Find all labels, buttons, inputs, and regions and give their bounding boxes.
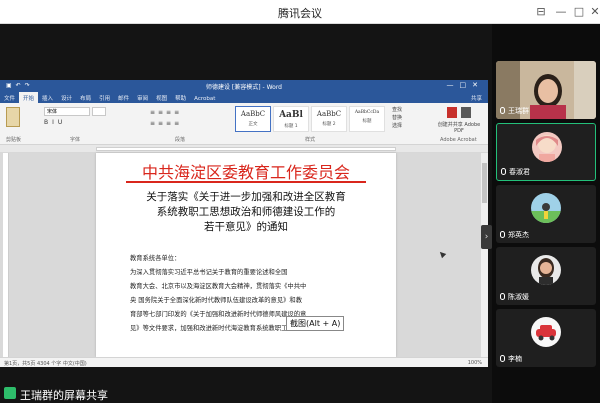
notice-line-3: 若干意见》的通知 bbox=[204, 221, 288, 233]
notice-line-1: 关于落实《关于进一步加强和改进全区教育 bbox=[146, 191, 346, 203]
participant-tile[interactable]: 王瑞群 bbox=[496, 61, 596, 119]
style-name: 标题 bbox=[362, 119, 372, 124]
style-sample: AaBbC bbox=[316, 110, 342, 118]
avatar bbox=[531, 317, 561, 347]
group-acrobat-label: Adobe Acrobat bbox=[440, 137, 477, 143]
mic-icon bbox=[500, 231, 505, 238]
participants-panel: 王瑞群 春淑君 郑英杰 陈淑媛 李楠 bbox=[492, 24, 600, 403]
share-button[interactable]: 共享 bbox=[471, 94, 482, 102]
participant-name: 王瑞群 bbox=[500, 106, 529, 116]
minimize-icon[interactable]: — bbox=[552, 3, 570, 21]
share-status-icon bbox=[4, 387, 16, 399]
style-title[interactable]: AaBbCcDa 标题 bbox=[349, 106, 385, 132]
body-line: 教育大会、北京市以及海淀区教育大会精神，贯彻落实《中共中 bbox=[130, 283, 307, 290]
style-name: 正文 bbox=[248, 122, 258, 127]
avatar bbox=[531, 193, 561, 223]
body-line: 见》等文件要求，加强和改进新时代海淀教育系统教职工思想政治 bbox=[130, 325, 313, 332]
word-window-controls[interactable]: —□✕ bbox=[447, 81, 484, 89]
word-window-title: 师德建设 [兼容模式] - Word bbox=[206, 84, 282, 91]
editing-group: 查找 替换 选择 bbox=[392, 106, 402, 130]
shared-screen: ▣↶↷ 师德建设 [兼容模式] - Word —□✕ 文件 开始 插入 设计 布局 引用邮… bbox=[0, 24, 492, 383]
participant-tile[interactable]: 春淑君 bbox=[496, 123, 596, 181]
style-sample: AaBl bbox=[279, 110, 303, 120]
font-size-select[interactable] bbox=[92, 107, 106, 116]
ribbon-tabs: 文件 开始 插入 设计 布局 引用 邮件 审阅 视图 帮助 Acrobat 共享 bbox=[0, 92, 488, 104]
find-button[interactable]: 查找 bbox=[392, 106, 402, 114]
word-window: ▣↶↷ 师德建设 [兼容模式] - Word —□✕ 文件 开始 插入 设计 布局 引用邮… bbox=[0, 80, 488, 367]
vertical-ruler bbox=[3, 153, 9, 357]
screenshot-tooltip: 截图(Alt + A) bbox=[286, 316, 345, 331]
document-page[interactable]: 中共海淀区委教育工作委员会 关于落实《关于进一步加强和改进全区教育 系统教职工思… bbox=[96, 153, 396, 357]
word-statusbar: 第1页，共5页 4304 个字 中文(中国) 100% bbox=[0, 357, 488, 367]
app-titlebar: 腾讯会议 ⊟ — □ ✕ bbox=[0, 0, 600, 24]
style-name: 标题 1 bbox=[284, 124, 298, 129]
group-paragraph-label: 段落 bbox=[175, 137, 186, 143]
avatar bbox=[532, 132, 562, 162]
select-button[interactable]: 选择 bbox=[392, 122, 402, 130]
app-title: 腾讯会议 bbox=[278, 7, 322, 20]
style-normal[interactable]: AaBbC 正文 bbox=[235, 106, 271, 132]
ribbon-home: 剪贴板 宋体 BIU 字体 ≡≡≡≡ ≡≡≡≡ 段落 AaBbC 正文 AaBl… bbox=[0, 103, 488, 145]
styles-gallery: AaBbC 正文 AaBl 标题 1 AaBbC 标题 2 AaBbCcDa 标… bbox=[235, 106, 387, 134]
mic-icon bbox=[500, 107, 505, 114]
participant-tile[interactable]: 李楠 bbox=[496, 309, 596, 367]
format-buttons[interactable]: BIU bbox=[44, 119, 66, 126]
sign-icon[interactable] bbox=[461, 107, 471, 118]
horizontal-ruler bbox=[0, 145, 488, 153]
close-icon[interactable]: ✕ bbox=[586, 3, 600, 21]
participant-name: 春淑君 bbox=[501, 167, 530, 177]
participant-name: 陈淑媛 bbox=[500, 292, 529, 302]
document-area: 中共海淀区委教育工作委员会 关于落实《关于进一步加强和改进全区教育 系统教职工思… bbox=[0, 153, 488, 357]
mic-icon bbox=[501, 168, 506, 175]
style-heading1[interactable]: AaBl 标题 1 bbox=[273, 106, 309, 132]
style-sample: AaBbC bbox=[240, 110, 266, 118]
style-heading2[interactable]: AaBbC 标题 2 bbox=[311, 106, 347, 132]
paste-icon[interactable] bbox=[6, 107, 20, 127]
headline-divider bbox=[126, 181, 366, 183]
pdf-icon[interactable] bbox=[447, 107, 457, 118]
screen-share-bar: 王瑞群的屏幕共享 bbox=[0, 383, 492, 403]
zoom-level[interactable]: 100% bbox=[468, 360, 482, 366]
body-line: 育部等七部门印发的《关于加强和改进新时代师德师风建设的意 bbox=[130, 311, 307, 318]
group-font-label: 字体 bbox=[70, 137, 81, 143]
group-clipboard-label: 剪贴板 bbox=[6, 137, 22, 143]
meeting-window: 腾讯会议 ⊟ — □ ✕ ▣↶↷ 师德建设 [兼容模式] - Word —□✕ … bbox=[0, 0, 600, 403]
participant-tile[interactable]: 陈淑媛 bbox=[496, 247, 596, 305]
document-headline: 中共海淀区委教育工作委员会 bbox=[141, 163, 350, 182]
acrobat-group: 创建并共享 Adobe PDF bbox=[436, 107, 482, 137]
collapse-panel-button[interactable]: › bbox=[481, 225, 492, 249]
style-sample: AaBbCcDa bbox=[354, 110, 380, 115]
style-name: 标题 2 bbox=[322, 122, 336, 127]
body-line: 央 国务院关于全面深化新时代教师队伍建设改革的意见》和教 bbox=[130, 297, 303, 304]
participant-name: 李楠 bbox=[500, 354, 522, 364]
font-name-select[interactable]: 宋体 bbox=[44, 107, 90, 116]
ruler-bar bbox=[96, 147, 396, 151]
share-owner-label: 王瑞群的屏幕共享 bbox=[20, 389, 108, 402]
mic-icon bbox=[500, 293, 505, 300]
notice-line-2: 系统教职工思想政治和师德建设工作的 bbox=[156, 206, 336, 218]
create-pdf-label: 创建并共享 Adobe PDF bbox=[437, 122, 481, 134]
word-titlebar: ▣↶↷ 师德建设 [兼容模式] - Word —□✕ bbox=[0, 80, 488, 92]
participant-name: 郑英杰 bbox=[500, 230, 529, 240]
mic-icon bbox=[500, 355, 505, 362]
status-info: 第1页，共5页 4304 个字 中文(中国) bbox=[4, 361, 87, 367]
vertical-scrollbar[interactable] bbox=[481, 153, 488, 357]
align-buttons[interactable]: ≡≡≡≡ bbox=[150, 120, 182, 127]
pin-icon[interactable]: ⊟ bbox=[532, 3, 550, 21]
avatar bbox=[531, 255, 561, 285]
body-line: 为深入贯彻落实习近平总书记关于教育的重要论述和全国 bbox=[130, 269, 288, 276]
replace-button[interactable]: 替换 bbox=[392, 114, 402, 122]
list-buttons[interactable]: ≡≡≡≡ bbox=[150, 109, 182, 116]
scrollbar-thumb[interactable] bbox=[482, 163, 487, 203]
participant-tile[interactable]: 郑英杰 bbox=[496, 185, 596, 243]
body-line: 教育系统各单位： bbox=[130, 255, 181, 262]
group-styles-label: 样式 bbox=[305, 137, 316, 143]
